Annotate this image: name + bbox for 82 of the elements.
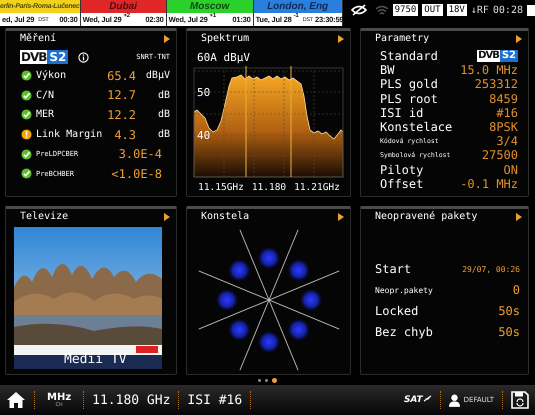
status-box: 18V — [446, 4, 467, 16]
measure-unit: dB — [158, 90, 170, 101]
page-dot[interactable] — [265, 378, 268, 382]
parameter-value: #16 — [496, 106, 518, 120]
measure-unit: dBµV — [146, 70, 170, 82]
parameter-label: Piloty — [380, 162, 424, 177]
city-label: Dubai — [80, 0, 166, 13]
parameter-value: ON — [504, 162, 518, 177]
panel-title: Měření — [20, 33, 56, 44]
parameter-value: 8PSK — [489, 120, 518, 134]
axis-label: 11.15GHz — [198, 182, 244, 193]
isi-text: ISI #16 — [187, 392, 242, 408]
measure-label: Link Margin — [36, 129, 104, 140]
measure-value: 12.2 — [107, 108, 136, 122]
arrow-icon[interactable] — [338, 212, 344, 220]
axis-label: 50 — [197, 86, 210, 99]
measure-value: 3.0E-4 — [118, 147, 162, 162]
dvb-logo: DVB S2 — [20, 50, 68, 64]
measure-value: 65.4 — [107, 68, 136, 83]
packet-value: 29/07, 00:26 — [462, 264, 520, 274]
arrow-icon[interactable] — [164, 34, 170, 42]
frequency-text: 11.180 GHz — [92, 392, 170, 408]
arrow-icon[interactable] — [516, 212, 522, 220]
packet-label: Bez chyb — [375, 324, 433, 339]
packet-label: Neopr.pakety — [375, 286, 433, 295]
indicator-icon — [527, 4, 535, 16]
panel-title: Parametry — [375, 33, 430, 44]
parameter-label: Konstelace — [380, 120, 452, 134]
measure-label: C/N — [36, 90, 56, 101]
rf-label: ↓RF — [470, 4, 489, 16]
page-dot[interactable] — [258, 378, 261, 382]
axis-label: 40 — [197, 129, 210, 142]
measure-unit: dB — [158, 109, 170, 120]
sat-button[interactable]: SAT — [404, 395, 432, 405]
person-icon — [448, 394, 460, 406]
measure-value: 4.3 — [114, 128, 136, 142]
axis-label: 11.180 — [252, 182, 286, 193]
measure-label: MER — [36, 109, 56, 120]
measure-value: 12.7 — [107, 88, 136, 102]
panel-title: Neopravené pakety — [375, 211, 478, 222]
parameter-value: 27500 — [482, 148, 518, 162]
info-icon[interactable] — [78, 52, 90, 62]
parameter-label: BW — [380, 63, 394, 78]
packet-label: Locked — [375, 304, 418, 318]
panel-title: Spektrum — [201, 33, 250, 44]
parameter-label: ISI id — [380, 106, 424, 120]
measure-unit: dB — [158, 129, 170, 140]
parameter-value: -0.1 MHz — [460, 176, 518, 191]
arrow-icon[interactable] — [516, 34, 522, 42]
dvb-logo: DVB S2 — [477, 50, 518, 62]
panel-title: Konstela — [201, 211, 250, 222]
packet-label: Start — [375, 262, 412, 276]
city-label: London, Eng — [254, 0, 342, 13]
home-icon[interactable] — [6, 391, 26, 409]
marker-line[interactable] — [290, 66, 292, 178]
packet-value: 0 — [512, 283, 520, 298]
parameter-value: 3/4 — [496, 134, 518, 148]
wifi-icon — [374, 4, 389, 16]
channel-name: Medii TV — [64, 352, 127, 367]
parameter-label: PLS gold — [380, 77, 438, 92]
parameter-value: 253312 — [474, 77, 518, 92]
packet-value: 50s — [498, 304, 520, 318]
arrow-icon[interactable] — [164, 212, 170, 220]
measure-value: <1.0E-8 — [111, 166, 162, 181]
axis-label: 11.21GHz — [294, 182, 340, 193]
page-dot[interactable] — [272, 378, 277, 382]
reference-level: 60A dBµV — [197, 51, 250, 64]
parameter-value: 15.0 MHz — [460, 63, 518, 78]
eye-off-icon — [350, 4, 367, 16]
city-label: Moscow — [166, 0, 253, 13]
clock-time: 00:28 — [492, 4, 523, 16]
panel-title: Televize — [20, 211, 68, 222]
parameter-label: Standard — [380, 49, 438, 64]
status-box: 9750 — [392, 4, 418, 16]
save-icon[interactable] — [511, 391, 529, 409]
measure-label: Výkon — [36, 70, 68, 82]
packet-value: 50s — [498, 324, 520, 339]
parameter-label: PLS root — [380, 92, 438, 106]
arrow-icon[interactable] — [338, 34, 344, 42]
parameter-label: Offset — [380, 176, 424, 191]
status-box: OUT — [422, 4, 443, 16]
parameter-value: 8459 — [489, 92, 518, 106]
